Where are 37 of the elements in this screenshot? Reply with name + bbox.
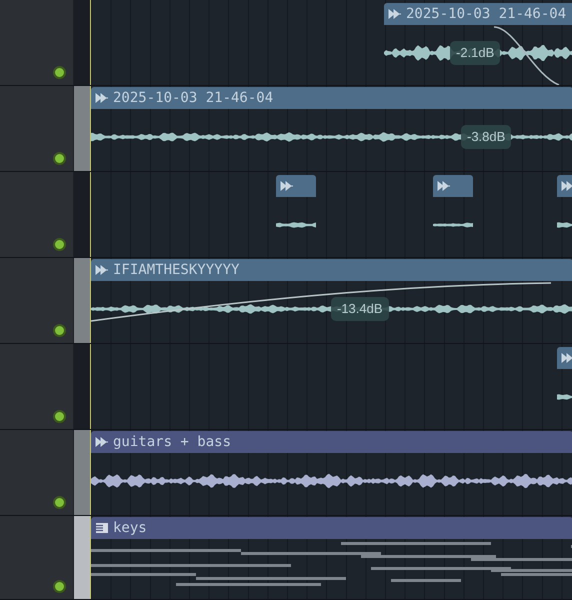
clip-title: IFIAMTHESKYYYYY <box>113 260 240 280</box>
clip-title: 2025-10-03 21-46-04 <box>113 88 274 108</box>
clip-title: keys <box>113 518 147 538</box>
clip-header[interactable]: guitars + bass <box>91 431 572 453</box>
mute-button[interactable] <box>53 324 66 337</box>
mute-button[interactable] <box>53 66 66 79</box>
audio-clip-icon <box>561 180 572 192</box>
mute-button[interactable] <box>53 580 66 593</box>
audio-clip-icon <box>388 8 402 20</box>
volume-envelope[interactable] <box>91 282 552 322</box>
audio-clip-icon <box>95 264 109 276</box>
clip-title: guitars + bass <box>113 432 232 452</box>
clip-header[interactable]: keys <box>91 517 572 539</box>
mute-button[interactable] <box>53 152 66 165</box>
piano-icon <box>95 522 109 534</box>
volume-label: -13.4dB <box>331 297 389 321</box>
clip-header[interactable]: IFIAMTHESKYYYYY <box>91 259 572 281</box>
mute-button[interactable] <box>53 238 66 251</box>
audio-waveform <box>276 222 316 228</box>
audio-waveform <box>433 222 473 228</box>
clip-header[interactable]: 2025-10-03 21-46-04 <box>91 87 572 109</box>
fade-curve[interactable] <box>494 26 560 85</box>
clip-header[interactable]: 2025-10-03 21-46-04 <box>384 3 572 25</box>
clip-header[interactable] <box>276 175 316 197</box>
clip-header[interactable] <box>433 175 473 197</box>
audio-clip-icon <box>280 180 294 192</box>
mute-button[interactable] <box>53 410 66 423</box>
audio-waveform <box>557 222 572 228</box>
audio-clip-icon <box>437 180 451 192</box>
audio-clip-icon <box>95 92 109 104</box>
volume-label: -3.8dB <box>461 125 512 149</box>
audio-clip-icon <box>561 352 572 364</box>
clip-title: 2025-10-03 21-46-04 <box>406 4 566 24</box>
mute-button[interactable] <box>53 496 66 509</box>
volume-label: -2.1dB <box>450 41 500 65</box>
audio-clip-icon <box>95 436 109 448</box>
audio-waveform <box>557 394 572 400</box>
